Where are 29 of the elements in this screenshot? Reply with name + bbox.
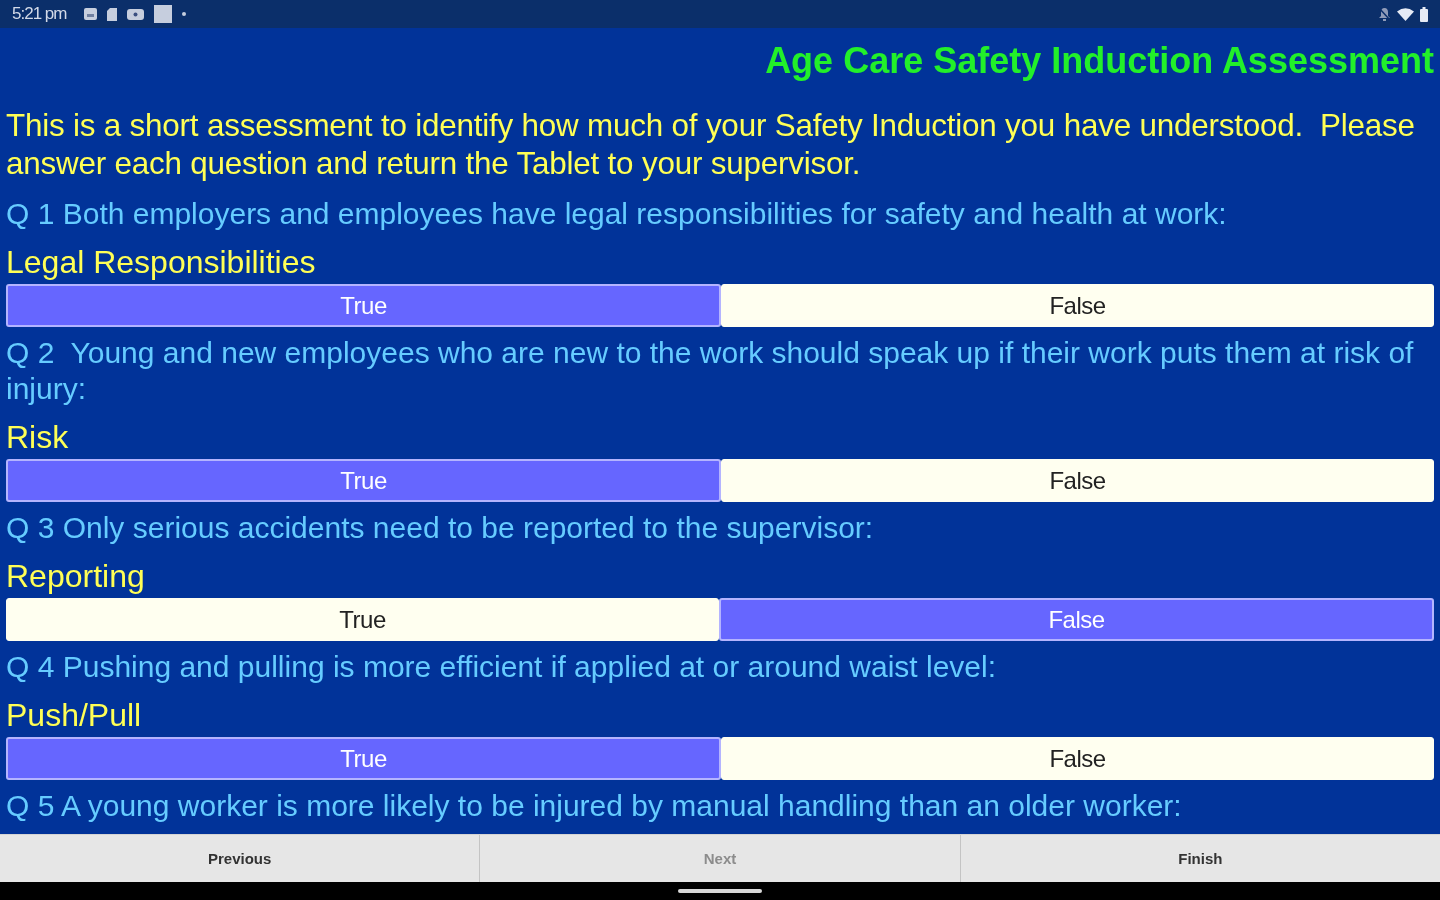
intro-text: This is a short assessment to identify how much of your Safety Induction you have understood. Please answer each question and return the Tablet to your supervisor.	[6, 107, 1416, 183]
question-label: Reporting	[6, 557, 146, 596]
question-text: Q 5 A young worker is more likely to be injured by manual handling than an older worker:	[6, 788, 1183, 824]
answer-option[interactable]: False	[721, 284, 1434, 327]
question-text: Q 3 Only serious accidents need to be reported to the supervisor:	[6, 510, 875, 546]
answer-option[interactable]: True	[6, 598, 719, 641]
answer-option[interactable]: True	[6, 284, 721, 327]
sd-card-icon	[107, 7, 118, 21]
answer-option[interactable]: False	[721, 737, 1434, 780]
square-icon	[154, 5, 173, 23]
page-title: Age Care Safety Induction Assessment	[765, 40, 1434, 82]
image-icon	[84, 8, 98, 20]
question-text: Q 4 Pushing and pulling is more efficient if applied at or around waist level:	[6, 649, 997, 685]
question-label: Push/Pull	[6, 696, 143, 735]
answer-option[interactable]: False	[719, 598, 1434, 641]
answer-option[interactable]: True	[6, 459, 721, 502]
answer-option[interactable]: True	[6, 737, 721, 780]
battery-icon	[1420, 6, 1428, 22]
question-text: Q 1 Both employers and employees have legal responsibilities for safety and health at work:	[6, 196, 1228, 232]
wifi-icon	[1397, 7, 1414, 21]
home-indicator[interactable]	[678, 889, 762, 893]
dot-icon	[182, 12, 187, 16]
question-label: Risk	[6, 418, 70, 457]
video-icon	[127, 8, 145, 20]
clock-time: 5:21 pm	[12, 4, 67, 24]
notifications-off-icon	[1378, 7, 1391, 21]
answer-option[interactable]: False	[721, 459, 1434, 502]
question-label: Legal Responsibilities	[6, 243, 317, 282]
question-text: Q 2 Young and new employees who are new to the work should speak up if their work puts them at risk of injury:	[6, 335, 1415, 407]
